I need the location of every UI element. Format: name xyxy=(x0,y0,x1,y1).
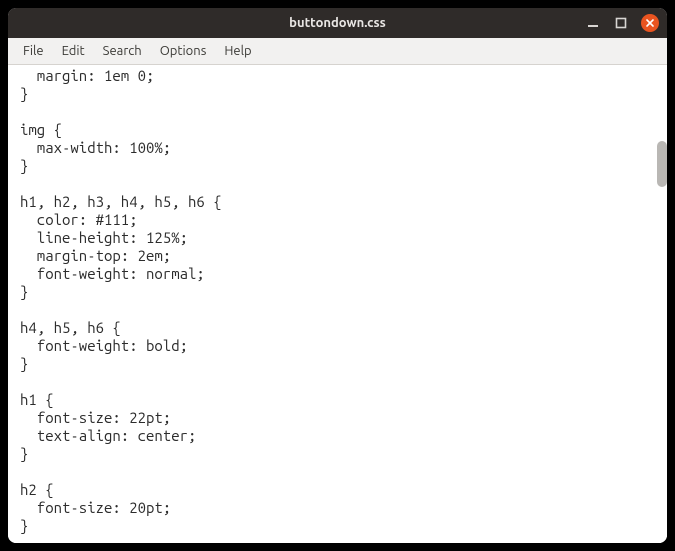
vertical-scrollbar-track[interactable] xyxy=(653,65,667,543)
editor-area[interactable]: margin: 1em 0; } img { max-width: 100%; … xyxy=(8,65,667,543)
menu-edit[interactable]: Edit xyxy=(53,41,94,61)
close-icon xyxy=(645,18,655,28)
minimize-icon xyxy=(587,17,599,29)
maximize-button[interactable] xyxy=(613,15,629,31)
editor-content[interactable]: margin: 1em 0; } img { max-width: 100%; … xyxy=(8,65,652,543)
menu-search[interactable]: Search xyxy=(94,41,151,61)
menu-help[interactable]: Help xyxy=(215,41,260,61)
app-window: buttondown.css File Edit Search xyxy=(8,8,667,543)
window-title: buttondown.css xyxy=(8,16,667,30)
menu-options[interactable]: Options xyxy=(151,41,216,61)
menubar: File Edit Search Options Help xyxy=(8,38,667,65)
maximize-icon xyxy=(615,17,627,29)
minimize-button[interactable] xyxy=(585,15,601,31)
titlebar[interactable]: buttondown.css xyxy=(8,8,667,38)
window-controls xyxy=(585,8,659,38)
vertical-scrollbar-thumb[interactable] xyxy=(657,141,667,187)
menu-file[interactable]: File xyxy=(14,41,53,61)
close-button[interactable] xyxy=(641,14,659,32)
